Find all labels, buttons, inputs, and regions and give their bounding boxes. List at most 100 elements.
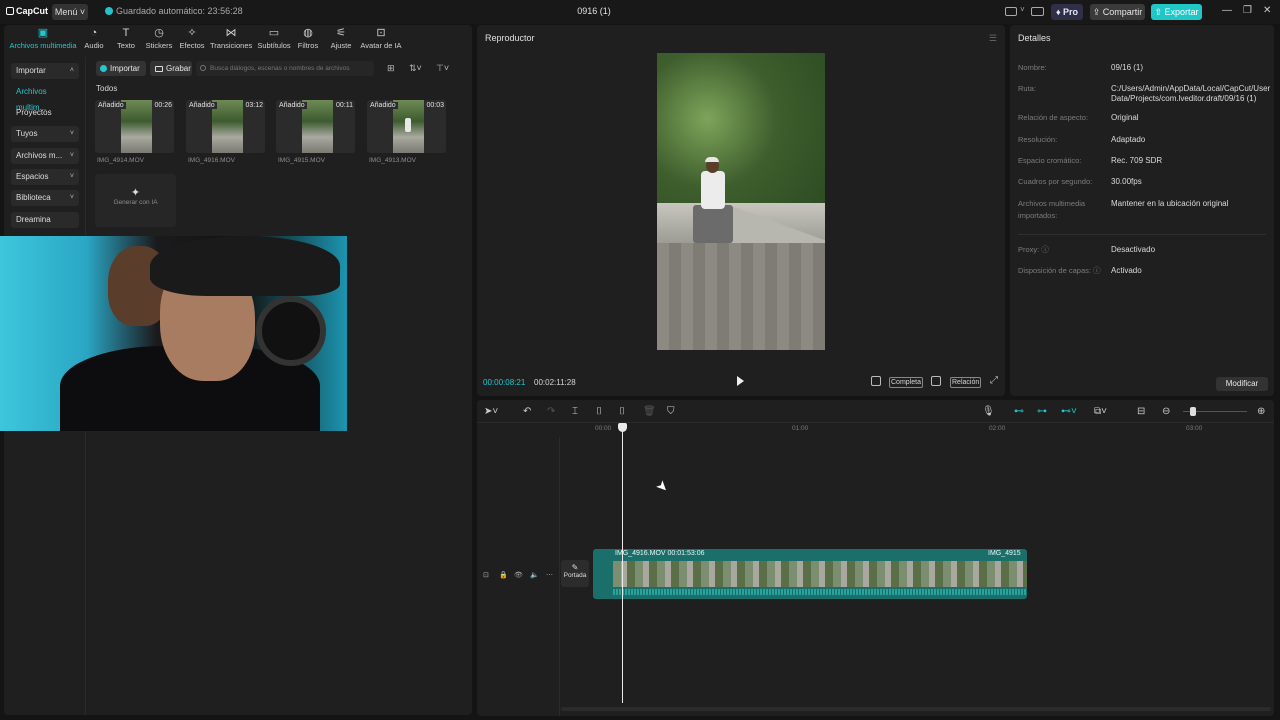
trim-left-icon[interactable]: ⌷ xyxy=(596,406,602,417)
fullscreen-icon[interactable]: ⤢ xyxy=(990,376,1000,386)
full-quality-button[interactable]: Completa xyxy=(889,377,923,388)
grid-view-icon[interactable]: ⊞ xyxy=(387,63,395,74)
export-button[interactable]: ⇧ Exportar xyxy=(1151,4,1202,20)
time-ruler[interactable]: 00:00 01:00 02:00 03:00 xyxy=(477,423,1274,437)
fit-icon[interactable]: ⊟ xyxy=(1137,406,1145,417)
media-item[interactable]: Añadido 00:11 xyxy=(276,100,355,153)
modify-button[interactable]: Modificar xyxy=(1216,377,1268,391)
track-type-icon[interactable]: ⊡ xyxy=(483,571,489,579)
magnet-icon[interactable]: ⊷ xyxy=(1014,406,1024,417)
sidebar-item-media-files[interactable]: Archivos multim... xyxy=(11,84,79,112)
headphones xyxy=(256,296,326,366)
sidebar-item-spaces[interactable]: Espacios ˅ xyxy=(11,169,79,185)
detail-label: Proxy: ⓘ xyxy=(1018,245,1049,254)
divider xyxy=(559,437,560,716)
sort-icon[interactable]: ⇅˅ xyxy=(409,63,422,74)
eye-icon[interactable]: 👁 xyxy=(514,571,523,579)
maximize-icon[interactable]: ❐ xyxy=(1243,5,1252,16)
person-figure xyxy=(405,118,411,132)
media-item[interactable]: Añadido 00:03 xyxy=(367,100,446,153)
split-icon[interactable]: ⌶ xyxy=(572,406,578,417)
more-icon[interactable]: ⋯ xyxy=(546,571,553,579)
media-icon: ▣ xyxy=(37,27,49,39)
sidebar-item-media-more[interactable]: Archivos m... ˅ xyxy=(11,148,79,164)
redo-icon[interactable]: ↷ xyxy=(547,406,555,417)
zoom-out-icon[interactable]: ⊖ xyxy=(1162,406,1170,417)
sidebar-item-subprojects[interactable]: Proyectos secun... xyxy=(11,105,79,133)
detail-label: Nombre: xyxy=(1018,63,1047,72)
effects-icon: ✧ xyxy=(187,27,197,39)
zoom-in-icon[interactable]: ⊕ xyxy=(1257,406,1265,417)
detail-label: Relación de aspecto: xyxy=(1018,113,1089,122)
subtitles-icon: ▭ xyxy=(268,27,280,39)
tab-stickers[interactable]: ◷ Stickers xyxy=(144,28,174,51)
chevron-down-icon[interactable]: ˅ xyxy=(1020,5,1025,14)
layout-icon[interactable] xyxy=(1005,7,1017,16)
search-icon xyxy=(200,65,206,71)
share-button[interactable]: ⇪ Compartir xyxy=(1090,4,1145,20)
tiktok-icon[interactable] xyxy=(871,376,881,386)
playhead-handle[interactable] xyxy=(618,423,627,432)
shield-icon[interactable]: ⛉ xyxy=(667,406,675,417)
video-clip[interactable]: IMG_4916.MOV 00:01:53:06 IMG_4915 xyxy=(593,549,1027,599)
ruler-label: 01:00 xyxy=(792,425,809,432)
media-item[interactable]: Añadido 03:12 xyxy=(186,100,265,153)
search-input[interactable] xyxy=(196,61,374,76)
close-icon[interactable]: ✕ xyxy=(1263,5,1271,16)
tab-filters[interactable]: ◍ Filtros xyxy=(296,28,320,51)
play-icon[interactable] xyxy=(737,376,744,386)
timeline-scrollbar[interactable] xyxy=(561,707,1271,711)
chevron-down-icon: ˅ xyxy=(69,173,74,180)
pencil-icon: ✎ xyxy=(571,563,579,572)
lock-icon[interactable]: 🔒 xyxy=(499,571,508,579)
sparkle-icon: ✦ xyxy=(130,187,141,199)
tab-transitions[interactable]: ⋈ Transiciones xyxy=(210,27,252,51)
sidebar-item-dreamina[interactable]: Dreamina xyxy=(11,212,79,228)
ratio-button[interactable]: Relación xyxy=(950,377,982,388)
info-icon[interactable]: ⓘ xyxy=(1093,266,1101,275)
media-item[interactable]: Añadido 00:26 xyxy=(95,100,174,153)
record-button[interactable]: Grabar xyxy=(150,61,192,76)
import-button[interactable]: Importar xyxy=(96,61,146,76)
pro-button[interactable]: ♦ Pro xyxy=(1051,4,1083,20)
tab-effects[interactable]: ✧ Efectos xyxy=(178,27,206,51)
tab-adjust[interactable]: ⚟ Ajuste xyxy=(328,27,354,51)
sidebar-item-import[interactable]: Importar ˄ xyxy=(11,63,79,79)
detail-label: Disposición de capas: ⓘ xyxy=(1018,266,1101,275)
tab-media[interactable]: ▣ Archivos multimedia xyxy=(8,27,78,51)
zoom-slider-handle[interactable] xyxy=(1190,407,1196,416)
chevron-down-icon: ˅ xyxy=(69,152,74,159)
video-preview[interactable] xyxy=(657,53,825,350)
menu-button[interactable]: Menú ˅ xyxy=(52,4,88,20)
menu-icon[interactable]: ☰ xyxy=(989,33,997,44)
playhead[interactable] xyxy=(622,426,623,703)
adjust-icon: ⚟ xyxy=(336,27,346,39)
sidebar-item-library[interactable]: Biblioteca ˅ xyxy=(11,190,79,206)
trim-right-icon[interactable]: ⌷ xyxy=(619,406,625,417)
delete-icon[interactable]: 🗑 xyxy=(643,406,656,417)
speaker-icon[interactable]: 🔈 xyxy=(530,571,539,579)
tab-audio[interactable]: ◔ Audio xyxy=(82,28,106,51)
microphone-icon[interactable]: 🎙 xyxy=(982,406,995,417)
select-tool-icon[interactable]: ➤˅ xyxy=(484,406,498,417)
detail-value: 09/16 (1) xyxy=(1111,63,1144,72)
divider xyxy=(1018,234,1266,235)
total-time: 00:02:11:28 xyxy=(534,378,576,387)
generate-ai-card[interactable]: ✦ Generar con IA xyxy=(95,174,176,227)
captions-icon[interactable]: ⧉˅ xyxy=(1094,406,1107,417)
transitions-icon: ⋈ xyxy=(225,27,237,39)
minimize-icon[interactable]: — xyxy=(1222,5,1232,16)
undo-icon[interactable]: ↶ xyxy=(523,406,531,417)
sidebar-item-yours[interactable]: Tuyos ˅ xyxy=(11,126,79,142)
info-icon[interactable]: ⓘ xyxy=(1041,245,1049,254)
preview-axis-icon[interactable]: ⊷˅ xyxy=(1061,406,1077,417)
tab-ai-avatar[interactable]: ⊡ Avatar de IA xyxy=(360,28,402,51)
link-icon[interactable]: ⊶ xyxy=(1037,406,1047,417)
file-name: IMG_4916.MOV xyxy=(188,157,235,164)
tab-text[interactable]: T Texto xyxy=(114,28,138,51)
screenshot-icon[interactable] xyxy=(931,376,941,386)
tab-subtitles[interactable]: ▭ Subtítulos xyxy=(256,27,292,51)
cover-button[interactable]: ✎ Portada xyxy=(561,560,589,587)
keyboard-icon[interactable] xyxy=(1031,7,1044,16)
filter-icon[interactable]: ⊤˅ xyxy=(436,63,449,74)
